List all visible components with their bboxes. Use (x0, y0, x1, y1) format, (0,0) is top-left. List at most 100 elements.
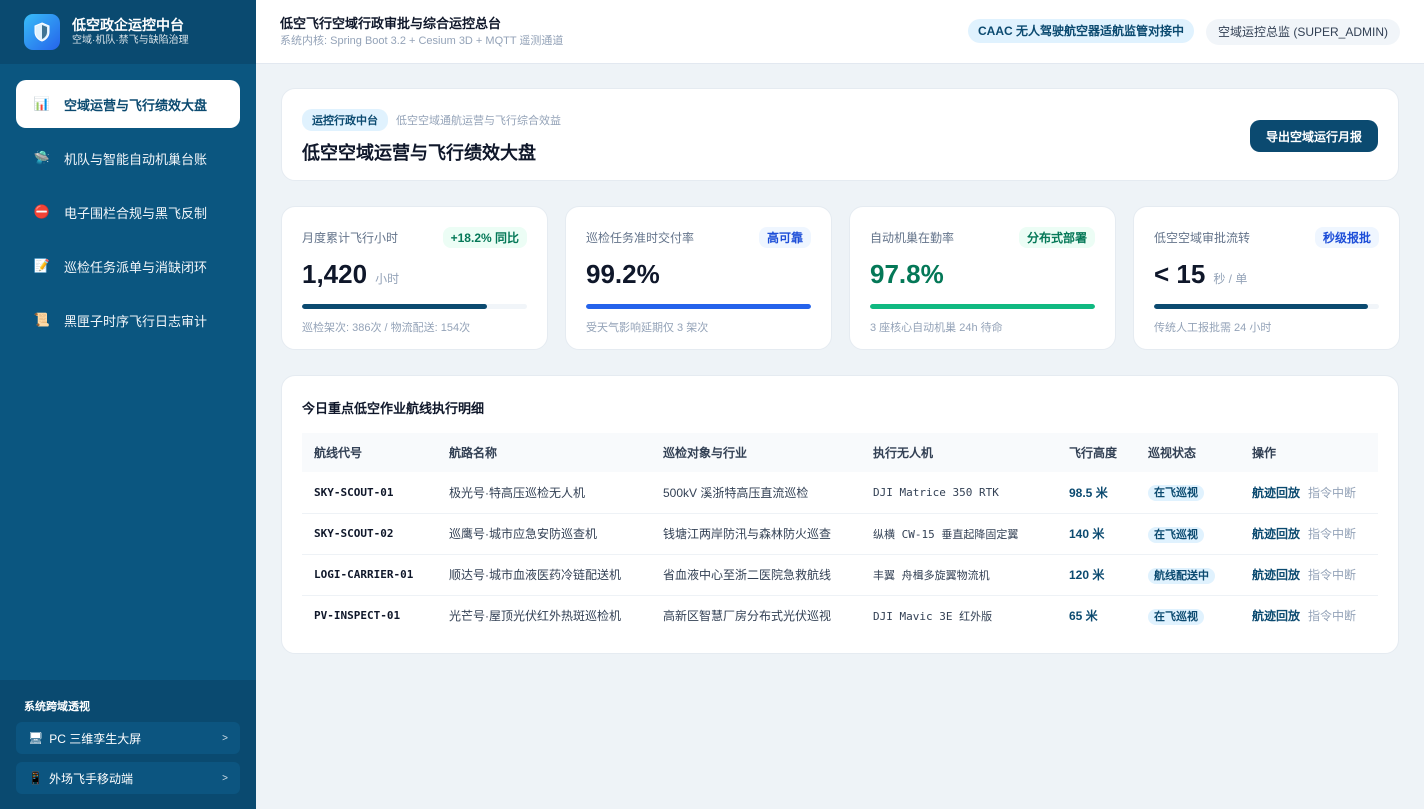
drone-model: 纵横 CW-15 垂直起降固定翼 (861, 513, 1057, 555)
kpi-progress-bar (302, 304, 487, 309)
column-header: 巡视状态 (1148, 446, 1197, 460)
kpi-card-flight-hours: 月度累计飞行小时 +18.2% 同比 1,420 小时 巡检架次: 386次 /… (281, 206, 548, 350)
kpi-badge: +18.2% 同比 (442, 226, 527, 248)
hero-tag: 运控行政中台 (302, 109, 388, 131)
sidebar-item-label: 巡检任务派单与消缺闭环 (64, 259, 208, 275)
export-monthly-report-button[interactable]: 导出空域运行月报 (1249, 120, 1378, 152)
track-replay-link[interactable]: 航迹回放 (1252, 527, 1300, 541)
abort-command-link[interactable]: 指令中断 (1308, 609, 1356, 623)
kpi-footnote: 巡检架次: 386次 / 物流配送: 154次 (302, 322, 471, 334)
monitor-icon: 🖥 (28, 731, 44, 745)
route-name: 极光号·特高压巡检无人机 (437, 472, 651, 514)
no-entry-icon: ⛔ (33, 204, 51, 219)
bar-chart-icon: 📊 (33, 96, 51, 111)
brand-title: 低空政企运控中台 (72, 17, 184, 33)
kpi-footnote: 3 座核心自动机巢 24h 待命 (870, 322, 1003, 334)
sidebar-item-flight-log-audit[interactable]: 📜 黑匣子时序飞行日志审计 (16, 296, 240, 344)
kpi-label: 巡检任务准时交付率 (586, 230, 695, 245)
column-header: 操作 (1252, 446, 1277, 460)
route-name: 顺达号·城市血液医药冷链配送机 (437, 554, 651, 596)
kpi-value: 99.2% (586, 259, 660, 289)
kpi-badge: 秒级报批 (1314, 226, 1379, 248)
flight-altitude: 120 米 (1057, 554, 1136, 596)
sidebar-item-inspection-tasks[interactable]: 📝 巡检任务派单与消缺闭环 (16, 242, 240, 290)
kpi-footnote: 受天气影响延期仅 3 架次 (586, 322, 709, 334)
scroll-icon: 📜 (33, 312, 51, 327)
table-header-row: 航线代号 航路名称 巡检对象与行业 执行无人机 飞行高度 巡视状态 操作 (302, 433, 1378, 472)
column-header: 航线代号 (314, 446, 363, 460)
drone-model: 丰翼 舟楫多旋翼物流机 (861, 554, 1057, 596)
table-row: LOGI-CARRIER-01 顺达号·城市血液医药冷链配送机 省血液中心至浙二… (302, 554, 1378, 596)
sidebar-item-label: 机队与智能自动机巢台账 (64, 151, 208, 167)
sidebar-item-label: 空域运营与飞行绩效大盘 (64, 97, 208, 113)
drone-icon: 🛸 (33, 150, 51, 165)
track-replay-link[interactable]: 航迹回放 (1252, 486, 1300, 500)
kpi-value: < 15 (1154, 259, 1206, 289)
pc-twin-screen-link[interactable]: 🖥 PC 三维孪生大屏 > (16, 722, 240, 754)
drone-model: DJI Mavic 3E 红外版 (873, 609, 993, 623)
inspection-target: 高新区智慧厂房分布式光伏巡视 (663, 609, 832, 624)
table-row: SKY-SCOUT-02 巡鹰号·城市应急安防巡查机 钱塘江两岸防汛与森林防火巡… (302, 513, 1378, 555)
header-subtitle: 系统内核: Spring Boot 3.2 + Cesium 3D + MQTT… (280, 34, 564, 47)
kpi-value: 97.8% (870, 259, 944, 289)
column-header: 执行无人机 (873, 446, 934, 460)
caac-status-badge: CAAC 无人驾驶航空器适航监管对接中 (967, 18, 1194, 43)
cross-domain-title: 系统跨域透视 (24, 701, 90, 713)
page-hero: 运控行政中台 低空空域通航运营与飞行综合效益 低空空域运营与飞行绩效大盘 导出空… (281, 88, 1399, 181)
flight-altitude: 65 米 (1069, 609, 1098, 624)
status-badge: 在飞巡视 (1148, 485, 1204, 502)
sidebar-item-geofence[interactable]: ⛔ 电子围栏合规与黑飞反制 (16, 188, 240, 236)
route-execution-table-card: 今日重点低空作业航线执行明细 航线代号 航路名称 巡检对象与行业 执行无人机 飞… (281, 375, 1399, 654)
route-code: SKY-SCOUT-02 (302, 513, 437, 555)
top-header: 低空飞行空域行政审批与综合运控总台 系统内核: Spring Boot 3.2 … (256, 0, 1424, 64)
table-row: SKY-SCOUT-01 极光号·特高压巡检无人机 500kV 溪浙特高压直流巡… (302, 472, 1378, 514)
kpi-unit: 秒 / 单 (1213, 272, 1248, 286)
side-link-label: PC 三维孪生大屏 (49, 731, 142, 746)
kpi-progress-track (586, 304, 811, 309)
flight-altitude: 140 米 (1057, 513, 1136, 555)
mobile-pilot-link[interactable]: 📱 外场飞手移动端 > (16, 762, 240, 794)
table-title: 今日重点低空作业航线执行明细 (302, 401, 485, 416)
status-badge: 航线配送中 (1148, 567, 1215, 584)
kpi-card-approval-flow: 低空空域审批流转 秒级报批 < 15 秒 / 单 传统人工报批需 24 小时 (1133, 206, 1400, 350)
kpi-card-ontime-rate: 巡检任务准时交付率 高可靠 99.2% 受天气影响延期仅 3 架次 (565, 206, 832, 350)
track-replay-link[interactable]: 航迹回放 (1252, 568, 1300, 582)
inspection-target: 省血液中心至浙二医院急救航线 (651, 554, 861, 596)
inspection-target: 500kV 溪浙特高压直流巡检 (651, 472, 861, 514)
column-header: 巡检对象与行业 (663, 446, 748, 460)
inspection-target: 钱塘江两岸防汛与森林防火巡查 (651, 513, 861, 555)
kpi-card-nest-uptime: 自动机巢在勤率 分布式部署 97.8% 3 座核心自动机巢 24h 待命 (849, 206, 1116, 350)
sidebar-item-label: 电子围栏合规与黑飞反制 (64, 205, 208, 221)
sidebar-item-dashboard[interactable]: 📊 空域运营与飞行绩效大盘 (16, 80, 240, 128)
route-code: PV-INSPECT-01 (314, 609, 401, 623)
kpi-label: 低空空域审批流转 (1154, 230, 1251, 245)
sidebar-item-label: 黑匣子时序飞行日志审计 (64, 313, 208, 329)
route-code: LOGI-CARRIER-01 (302, 554, 437, 596)
chevron-right-icon: > (222, 772, 228, 784)
route-name: 巡鹰号·城市应急安防巡查机 (437, 513, 651, 555)
flight-altitude: 98.5 米 (1057, 472, 1136, 514)
abort-command-link[interactable]: 指令中断 (1308, 486, 1356, 500)
mobile-phone-icon: 📱 (28, 771, 43, 785)
sidebar-nav: 📊 空域运营与飞行绩效大盘 🛸 机队与智能自动机巢台账 ⛔ 电子围栏合规与黑飞反… (0, 64, 256, 366)
header-title: 低空飞行空域行政审批与综合运控总台 (280, 15, 502, 31)
user-role-badge[interactable]: 空域运控总监 (SUPER_ADMIN) (1205, 18, 1400, 45)
abort-command-link[interactable]: 指令中断 (1308, 568, 1356, 582)
column-header: 飞行高度 (1069, 446, 1118, 460)
kpi-footnote: 传统人工报批需 24 小时 (1154, 322, 1272, 334)
kpi-label: 自动机巢在勤率 (870, 230, 955, 245)
track-replay-link[interactable]: 航迹回放 (1252, 609, 1300, 623)
kpi-progress-track (870, 304, 1095, 309)
kpi-progress-track (1154, 304, 1379, 309)
sidebar: 低空政企运控中台 空域·机队·禁飞与缺陷治理 📊 空域运营与飞行绩效大盘 🛸 机… (0, 0, 256, 809)
status-badge: 在飞巡视 (1148, 526, 1204, 543)
abort-command-link[interactable]: 指令中断 (1308, 527, 1356, 541)
kpi-progress-bar (586, 304, 811, 309)
chevron-right-icon: > (222, 732, 228, 744)
kpi-badge: 高可靠 (758, 226, 811, 248)
page-title: 低空空域运营与飞行绩效大盘 (302, 143, 536, 163)
brand: 低空政企运控中台 空域·机队·禁飞与缺陷治理 (0, 0, 256, 64)
memo-icon: 📝 (33, 258, 51, 273)
route-execution-table: 航线代号 航路名称 巡检对象与行业 执行无人机 飞行高度 巡视状态 操作 SKY… (302, 433, 1378, 636)
sidebar-item-fleet[interactable]: 🛸 机队与智能自动机巢台账 (16, 134, 240, 182)
